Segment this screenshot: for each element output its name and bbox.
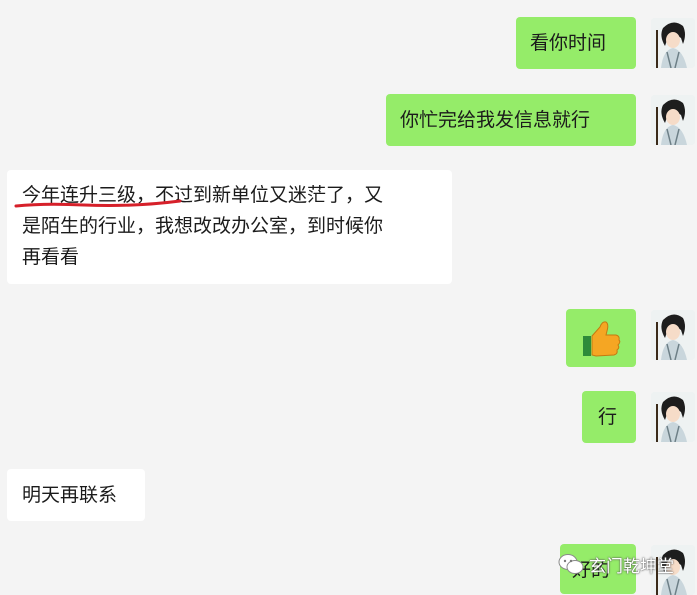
avatar[interactable] (651, 18, 695, 68)
message-text: 你忙完给我发信息就行 (400, 109, 591, 131)
avatar-figure-icon (651, 95, 695, 145)
avatar-figure-icon (651, 18, 695, 68)
wechat-icon (558, 554, 584, 574)
avatar-figure-icon (651, 310, 695, 360)
avatar-figure-icon (651, 392, 695, 442)
message-bubble-outgoing[interactable]: 看你时间 (516, 17, 636, 69)
thumbs-up-icon (583, 321, 621, 357)
avatar[interactable] (651, 95, 695, 145)
message-bubble-outgoing[interactable]: 你忙完给我发信息就行 (386, 94, 636, 146)
message-bubble-outgoing[interactable] (566, 309, 636, 367)
watermark: 玄门乾坤堂 (558, 549, 674, 579)
watermark-text: 玄门乾坤堂 (589, 556, 674, 577)
message-bubble-incoming[interactable]: 明天再联系 (7, 469, 145, 521)
message-text: 看你时间 (530, 32, 607, 54)
red-underline-annotation (14, 199, 182, 208)
message-text-line: 再看看 (22, 246, 80, 268)
message-bubble-outgoing[interactable]: 行 (582, 391, 636, 443)
message-bubble-incoming[interactable]: 今年连升三级，不过到新单位又迷茫了，又 是陌生的行业，我想改改办公室，到时候你 … (7, 170, 452, 284)
avatar[interactable] (651, 310, 695, 360)
message-text: 行 (598, 406, 618, 428)
message-text: 明天再联系 (22, 484, 118, 506)
message-text-line: 是陌生的行业，我想改改办公室，到时候你 (22, 215, 384, 237)
avatar[interactable] (651, 392, 695, 442)
